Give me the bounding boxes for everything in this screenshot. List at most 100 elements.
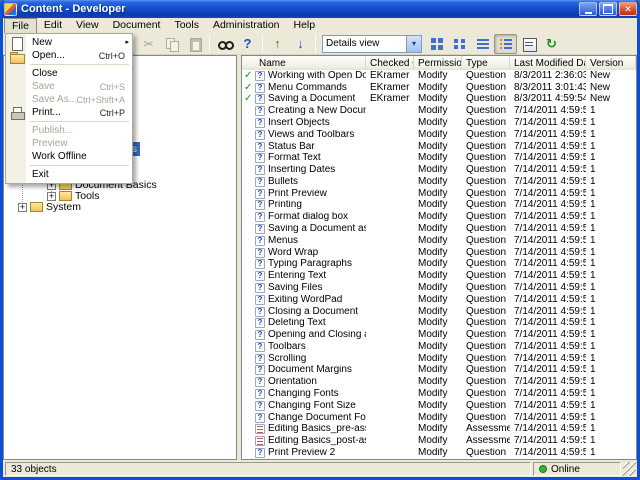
column-header-permission[interactable]: Permission xyxy=(414,56,462,70)
list-row[interactable]: ✓? Menu Commands EKramer Modify Question 8/3/… xyxy=(242,82,636,94)
last-modified-cell: 7/14/2011 4:59:56 PM xyxy=(514,306,586,317)
list-row[interactable]: Editing Basics_post-asses... Modify Assess… xyxy=(242,435,636,447)
menu-tools[interactable]: Tools xyxy=(167,18,206,33)
menu-item-label: Exit xyxy=(32,169,49,180)
menu-administration[interactable]: Administration xyxy=(206,18,287,33)
item-name: Entering Text xyxy=(268,271,327,282)
list-row[interactable]: ? Views and Toolbars Modify Question 7/14/20… xyxy=(242,129,636,141)
file-menu: New ▸ Open... Ctrl+O Close Save Ctrl+S Save As.… xyxy=(5,33,133,184)
list-row[interactable]: ?Printing Modify Question 7/14/2011 4:59:56… xyxy=(242,200,636,212)
file-menu-item-print[interactable]: Print... Ctrl+P xyxy=(7,106,131,120)
menu-view[interactable]: View xyxy=(69,18,106,33)
column-header-last-modified-date[interactable]: Last Modified Date xyxy=(510,56,586,70)
assessment-icon xyxy=(255,436,265,447)
question-icon: ? xyxy=(255,200,265,211)
version-cell: New xyxy=(590,70,611,81)
file-menu-item-work-offline[interactable]: Work Offline xyxy=(7,150,131,163)
list-row[interactable]: ? Entering Text Modify Question 7/14/2011 4:… xyxy=(242,270,636,282)
file-menu-item-open[interactable]: Open... Ctrl+O xyxy=(7,49,131,64)
find-button[interactable] xyxy=(213,34,236,54)
help-button[interactable] xyxy=(236,34,259,54)
last-modified-cell: 7/14/2011 4:59:56 PM xyxy=(514,447,586,458)
list-row[interactable]: ?Opening and Closing a Do... Modify Questi… xyxy=(242,329,636,341)
check-in-button[interactable] xyxy=(266,34,289,54)
name-cell: ? Closing a Document xyxy=(242,306,366,317)
details-view-select[interactable]: Details view ▾ xyxy=(322,34,422,53)
version-cell: 1 xyxy=(590,282,596,293)
list-row[interactable]: ?Bullets Modify Question 7/14/2011 4:59:56 … xyxy=(242,176,636,188)
list-row[interactable]: ✓? Saving a Document EKramer Modify Question… xyxy=(242,94,636,106)
last-modified-cell: 7/14/2011 4:59:56 PM xyxy=(514,200,586,211)
list-row[interactable]: ✓?Working with Open Docu... EKramer Modify… xyxy=(242,70,636,82)
check-out-button[interactable] xyxy=(289,34,312,54)
small-icons-button[interactable] xyxy=(448,34,471,54)
file-menu-item-exit[interactable]: Exit xyxy=(7,168,131,181)
column-header-version[interactable]: Version xyxy=(586,56,636,70)
list-row[interactable]: ? Changing Fonts Modify Question 7/14/2011 4… xyxy=(242,388,636,400)
name-cell: ? Orientation xyxy=(242,377,366,388)
maximize-button[interactable] xyxy=(599,2,617,16)
version-cell: 1 xyxy=(590,141,596,152)
resize-grip-icon[interactable] xyxy=(623,462,636,476)
last-modified-cell: 7/14/2011 4:59:56 PM xyxy=(514,365,586,376)
list-row[interactable]: ? Status Bar Modify Question 7/14/2011 4:59:… xyxy=(242,141,636,153)
toolbar-separator xyxy=(209,34,210,53)
large-icons-button[interactable] xyxy=(425,34,448,54)
list-row[interactable]: ? Exiting WordPad Modify Question 7/14/2011 … xyxy=(242,294,636,306)
list-row[interactable]: ?Word Wrap Modify Question 7/14/2011 4:59:5… xyxy=(242,247,636,259)
properties-button[interactable] xyxy=(517,34,540,54)
list-row[interactable]: ? Print Preview Modify Question 7/14/2011 4:… xyxy=(242,188,636,200)
item-name: Editing Basics_post-asses... xyxy=(268,436,366,447)
menu-help[interactable]: Help xyxy=(287,18,323,33)
name-cell: ? Changing Font Size xyxy=(242,400,366,411)
menu-item-label: Publish... xyxy=(32,125,74,136)
expand-plus-icon[interactable]: + xyxy=(18,202,27,212)
tree-node-tools[interactable]: + Tools xyxy=(47,190,100,202)
submenu-arrow-icon: ▸ xyxy=(125,39,129,46)
list-row[interactable]: ? Saving Files Modify Question 7/14/2011 4:5… xyxy=(242,282,636,294)
list-view-button[interactable] xyxy=(471,34,494,54)
list-row[interactable]: ? Document Margins Modify Question 7/14/2011… xyxy=(242,365,636,377)
list-row[interactable]: ?Saving a Document as a ... Modify Questio… xyxy=(242,223,636,235)
tree-node-system[interactable]: + System xyxy=(18,201,81,213)
minimize-button[interactable] xyxy=(579,2,597,16)
column-header-type[interactable]: Type xyxy=(462,56,510,70)
permission-cell: Modify xyxy=(418,412,448,423)
list-row[interactable]: Editing Basics_pre-assess... Modify Assess… xyxy=(242,423,636,435)
dropdown-arrow-icon[interactable]: ▾ xyxy=(406,35,421,52)
close-button[interactable] xyxy=(619,2,637,16)
permission-cell: Modify xyxy=(418,294,448,305)
list-row[interactable]: ? Closing a Document Modify Question 7/14/20… xyxy=(242,306,636,318)
menu-file[interactable]: File xyxy=(4,18,37,33)
list-row[interactable]: ?Toolbars Modify Question 7/14/2011 4:59:56… xyxy=(242,341,636,353)
list-row[interactable]: ? Insert Objects Modify Question 7/14/2011 4… xyxy=(242,117,636,129)
menu-edit[interactable]: Edit xyxy=(37,18,69,33)
list-row[interactable]: ? Changing Font Size Modify Question 7/14/20… xyxy=(242,400,636,412)
column-header-name[interactable]: Name xyxy=(242,56,366,70)
name-cell: ? Status Bar xyxy=(242,141,366,152)
menu-item-shortcut: Ctrl+P xyxy=(99,107,125,118)
list-row[interactable]: ?Creating a New Document Modify Question 7/… xyxy=(242,105,636,117)
menu-document[interactable]: Document xyxy=(106,18,168,33)
refresh-button[interactable] xyxy=(540,34,563,54)
list-row[interactable]: ? Format dialog box Modify Question 7/14/201… xyxy=(242,211,636,223)
question-icon: ? xyxy=(255,176,265,187)
column-header-checked-ou[interactable]: Checked Ou... xyxy=(366,56,414,70)
list-row[interactable]: ? Deleting Text Modify Question 7/14/2011 4:… xyxy=(242,317,636,329)
type-cell: Question xyxy=(466,106,507,117)
list-row[interactable]: ?Change Document Formats Modify Question 7/… xyxy=(242,412,636,424)
list-row[interactable]: ? Inserting Dates Modify Question 7/14/2011 … xyxy=(242,164,636,176)
list-row[interactable]: ? Print Preview 2 Modify Question 7/14/2011 … xyxy=(242,447,636,459)
details-view-button[interactable] xyxy=(494,33,517,54)
file-menu-item-new[interactable]: New ▸ xyxy=(7,36,131,51)
expand-plus-icon[interactable]: + xyxy=(47,191,56,201)
file-menu-item-close[interactable]: Close xyxy=(7,67,131,80)
list-row[interactable]: ? Orientation Modify Question 7/14/2011 4:59… xyxy=(242,376,636,388)
type-cell: Question xyxy=(466,224,507,235)
title-bar[interactable]: Content - Developer xyxy=(3,0,637,18)
list-row[interactable]: ? Typing Paragraphs Modify Question 7/14/201… xyxy=(242,259,636,271)
list-row[interactable]: ?Scrolling Modify Question 7/14/2011 4:59:5… xyxy=(242,353,636,365)
list-row[interactable]: ? Format Text Modify Question 7/14/2011 4:59… xyxy=(242,152,636,164)
last-modified-cell: 7/14/2011 4:59:57 PM xyxy=(514,165,586,176)
list-row[interactable]: ?Menus Modify Question 7/14/2011 4:59:57 PM… xyxy=(242,235,636,247)
